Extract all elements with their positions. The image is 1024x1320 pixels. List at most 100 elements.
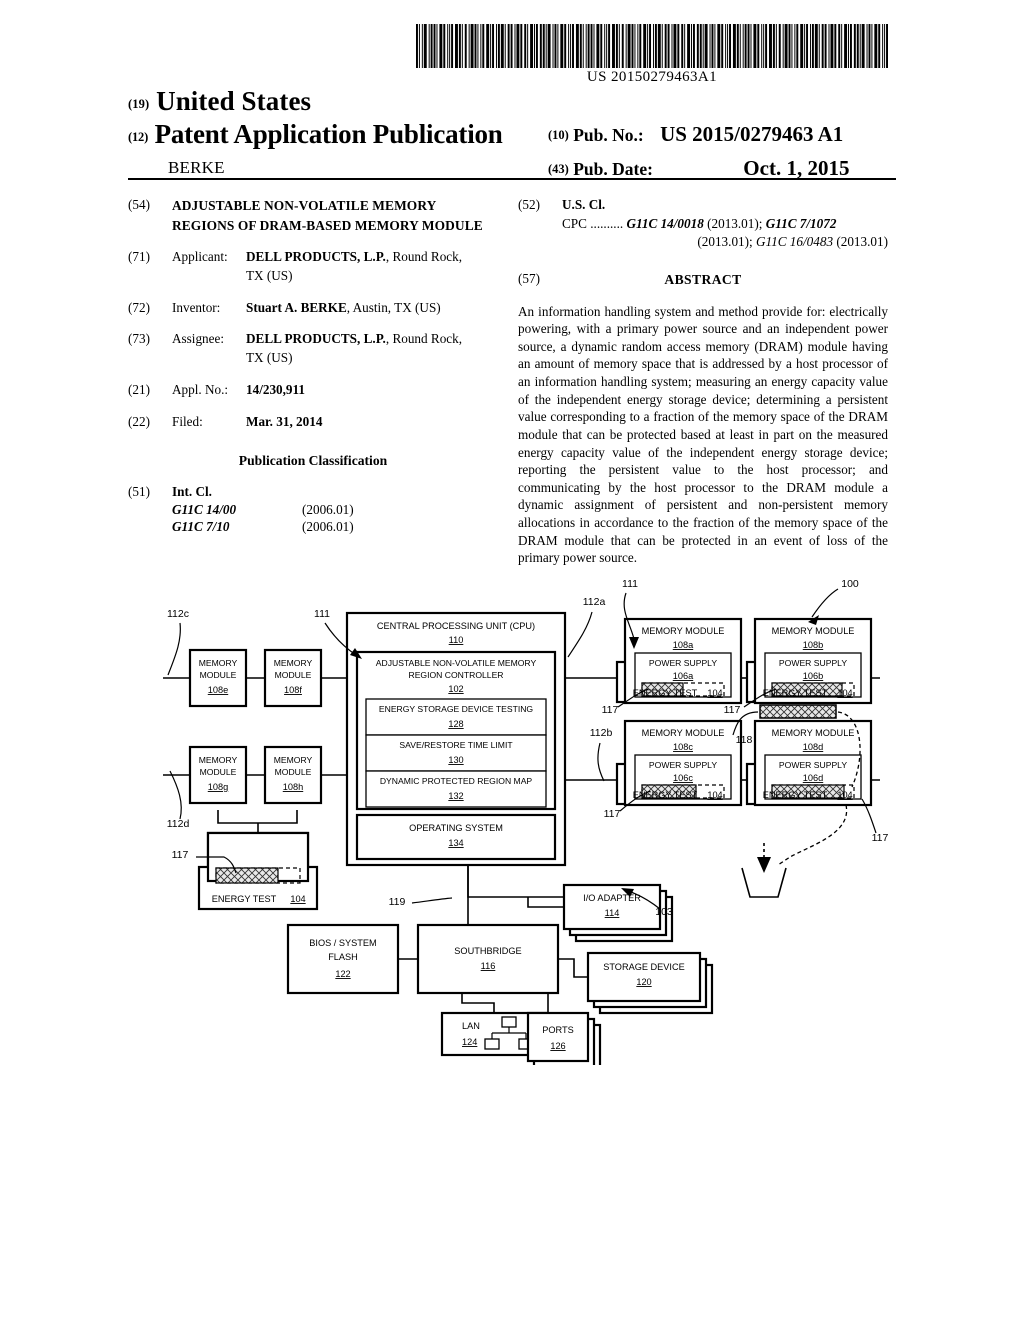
memory-module-108h: MEMORY MODULE 108h [263, 745, 323, 805]
memory-module-108f: MEMORY MODULE 108f [263, 648, 323, 708]
applicant-label: Applicant: [172, 249, 228, 265]
sub-block-130-label: SAVE/RESTORE TIME LIMIT [399, 740, 513, 750]
field-inventor: (72) Inventor: Stuart A. BERKE, Austin, … [128, 299, 498, 318]
assignee-rest: , Round Rock, [385, 331, 463, 347]
mm-label: MEMORY MODULE [642, 626, 725, 636]
assignee-value: DELL PRODUCTS, L.P., Round Rock, TX (US) [246, 330, 498, 367]
int-cl-rows: G11C 14/00 (2006.01) G11C 7/10 (2006.01) [172, 501, 498, 535]
bios-line2: FLASH [328, 952, 358, 962]
int-cl-row: G11C 14/00 (2006.01) [172, 501, 498, 518]
bios-system-flash-block: BIOS / SYSTEM FLASH 122 [286, 923, 400, 995]
cpc-version-1: (2013.01); [703, 215, 766, 231]
bios-ref: 122 [335, 969, 350, 979]
pub-no-value: US 2015/0279463 A1 [660, 122, 844, 146]
cpc-line-2: (2013.01); G11C 16/0483 (2013.01) [562, 233, 888, 252]
ref-112d: 112d [167, 818, 190, 830]
field-assignee: (73) Assignee: DELL PRODUCTS, L.P., Roun… [128, 330, 498, 367]
storage-device-label: STORAGE DEVICE [603, 962, 685, 972]
storage-device-ref: 120 [636, 977, 651, 987]
ref-112b: 112b [590, 727, 613, 739]
mm-ref: 108b [803, 640, 823, 650]
memory-module-108a-group: MEMORY MODULE 108a POWER SUPPLY 106a ENE… [615, 617, 743, 705]
ref-118: 118 [736, 734, 753, 746]
barcode-block: US 20150279463A1 [416, 24, 888, 86]
energy-test-label: ENERGY TEST [212, 894, 277, 904]
ref-117-left: 117 [172, 849, 189, 861]
energy-test-ref: 104 [837, 790, 852, 800]
mm-word2: MODULE [200, 670, 237, 680]
field-number-52: (52) [518, 197, 540, 212]
assignee-line2: TX (US) [246, 350, 293, 366]
document-type: Patent Application Publication [154, 119, 503, 149]
mm-word2: MODULE [200, 767, 237, 777]
ref-119: 119 [389, 896, 406, 908]
field-us-cl: (52) U.S. Cl. CPC .......... G11C 14/001… [518, 196, 888, 252]
cpc-line-1: CPC .......... G11C 14/0018 (2013.01); G… [562, 215, 888, 234]
filed-value: Mar. 31, 2014 [246, 413, 498, 432]
field-applicant: (71) Applicant: DELL PRODUCTS, L.P., Rou… [128, 248, 498, 285]
int-cl-code: G11C 14/00 [172, 502, 237, 518]
appl-no-label: Appl. No.: [172, 381, 229, 397]
field-number-51: (51) [128, 483, 150, 499]
assignee-name: DELL PRODUCTS, L.P. [246, 331, 386, 347]
mm-word1: MEMORY [274, 658, 313, 668]
mm-word1: MEMORY [199, 658, 238, 668]
ps-ref: 106b [803, 671, 823, 681]
operating-system-block [355, 813, 557, 861]
assignee-label: Assignee: [172, 331, 225, 347]
field-number-21: (21) [128, 381, 150, 397]
ref-111-top: 111 [622, 578, 638, 590]
sub-block-130-ref: 130 [448, 755, 463, 765]
int-cl-body: Int. Cl. [172, 483, 498, 502]
country-name: United States [156, 86, 312, 116]
kind-code-43: (43) [548, 162, 569, 176]
abstract-heading: ABSTRACT [664, 272, 742, 288]
int-cl-version: (2006.01) [302, 519, 354, 535]
bios-line1: BIOS / SYSTEM [309, 938, 376, 948]
mm-ref: 108a [673, 640, 694, 650]
ref-117-a: 117 [602, 704, 619, 716]
publication-number-text: US 20150279463A1 [586, 69, 718, 85]
barcode-image [416, 24, 888, 68]
field-number-57: (57) [518, 271, 540, 287]
int-cl-version: (2006.01) [302, 502, 354, 518]
us-cl-body: U.S. Cl. [562, 196, 888, 215]
controller-title-line1: ADJUSTABLE NON-VOLATILE MEMORY [376, 658, 537, 668]
southbridge-block: SOUTHBRIDGE 116 [416, 923, 560, 995]
int-cl-label: Int. Cl. [172, 483, 212, 499]
kind-code-19: (19) [128, 97, 150, 111]
energy-test-label: ENERGY TEST [633, 688, 698, 698]
mm-ref: 108e [208, 685, 228, 695]
us-cl-label: U.S. Cl. [562, 197, 606, 212]
inventor-surname: BERKE [168, 158, 225, 177]
ports-ref: 126 [550, 1041, 565, 1051]
applicant-value: DELL PRODUCTS, L.P., Round Rock, TX (US) [246, 248, 498, 285]
header-divider [128, 178, 896, 180]
field-number-73: (73) [128, 331, 150, 347]
field-abstract: (57) ABSTRACT [518, 270, 888, 289]
ports-stack: PORTS 126 [526, 1011, 602, 1065]
mm-ref: 108f [284, 685, 302, 695]
field-number-71: (71) [128, 249, 150, 265]
cpu-ref: 110 [449, 635, 464, 645]
ref-117-d: 117 [872, 832, 889, 844]
ps-label: POWER SUPPLY [779, 658, 847, 668]
pub-date-value: Oct. 1, 2015 [743, 156, 850, 180]
cpc-version-2: (2013.01); [697, 234, 756, 250]
mm-ref: 108c [673, 742, 693, 752]
memory-module-108e: MEMORY MODULE 108e [188, 648, 248, 708]
sub-block-132-ref: 132 [448, 791, 463, 801]
mm-label: MEMORY MODULE [772, 626, 855, 636]
operating-system-label: OPERATING SYSTEM [409, 823, 503, 833]
sub-block-132-label: DYNAMIC PROTECTED REGION MAP [380, 776, 533, 786]
publication-classification-heading: Publication Classification [238, 453, 388, 469]
mm-word2: MODULE [275, 767, 312, 777]
applicant-name: DELL PRODUCTS, L.P. [246, 249, 386, 265]
memory-module-108g: MEMORY MODULE 108g [188, 745, 248, 805]
field-int-cl: (51) Int. Cl. G11C 14/00 (2006.01) G11C … [128, 483, 498, 536]
inventor-value: Stuart A. BERKE, Austin, TX (US) [246, 299, 498, 318]
bibliographic-right-column: (52) U.S. Cl. CPC .......... G11C 14/001… [518, 196, 888, 567]
controller-ref: 102 [448, 684, 463, 694]
mm-word1: MEMORY [199, 755, 238, 765]
energy-test-ref: 104 [707, 790, 722, 800]
